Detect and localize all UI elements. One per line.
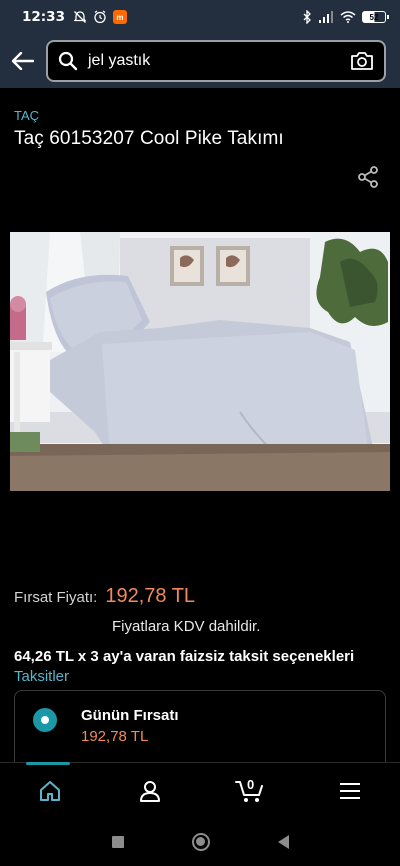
product-image[interactable] xyxy=(10,232,390,491)
nav-menu[interactable] xyxy=(320,763,380,819)
bluetooth-icon xyxy=(303,10,311,24)
system-status-icons: 52 xyxy=(302,10,389,24)
bed-photo xyxy=(10,232,390,491)
status-time: 12:33 xyxy=(22,9,65,25)
product-title: Taç 60153207 Cool Pike Takımı xyxy=(14,128,284,149)
radio-dot xyxy=(41,716,49,724)
home-icon xyxy=(40,780,60,801)
camera-icon[interactable] xyxy=(350,51,374,71)
offer-option[interactable]: Günün Fırsatı 192,78 TL xyxy=(14,690,386,762)
nav-home[interactable] xyxy=(20,763,80,819)
offer-radio-selected[interactable] xyxy=(33,708,57,732)
recents-button[interactable] xyxy=(111,836,124,848)
offer-title: Günün Fırsatı xyxy=(81,707,179,724)
search-icon xyxy=(58,51,78,71)
system-navigation xyxy=(0,818,400,866)
deal-price-row: Fırsat Fiyatı: 192,78 TL xyxy=(14,585,195,608)
installments-text: 64,26 TL x 3 ay'a varan faizsiz taksit s… xyxy=(14,648,355,665)
installments-link[interactable]: Taksitler xyxy=(14,668,69,685)
search-header: jel yastık xyxy=(0,34,400,88)
battery-icon: 52 xyxy=(362,11,389,23)
notification-icons: m xyxy=(73,10,127,24)
deal-price-label: Fırsat Fiyatı: xyxy=(14,589,98,606)
search-query: jel yastık xyxy=(88,52,151,69)
vat-note: Fiyatlara KDV dahildir. xyxy=(112,618,261,635)
home-button[interactable] xyxy=(191,833,210,851)
deal-price-value: 192,78 TL xyxy=(105,585,196,607)
brand-link[interactable]: TAÇ xyxy=(14,108,39,123)
wifi-icon xyxy=(340,11,356,23)
product-detail: TAÇ Taç 60153207 Cool Pike Takımı Fırsat… xyxy=(0,88,400,762)
nav-cart[interactable]: 0 xyxy=(220,763,280,819)
bottom-navigation: 0 xyxy=(0,762,400,818)
menu-icon xyxy=(340,782,360,799)
mi-app-icon: m xyxy=(112,10,127,24)
search-input[interactable]: jel yastık xyxy=(46,40,386,82)
account-icon xyxy=(140,780,160,802)
alarm-off-icon xyxy=(73,11,87,23)
share-icon[interactable] xyxy=(356,165,380,189)
back-nav-button[interactable] xyxy=(277,835,289,849)
back-arrow-icon xyxy=(12,52,34,70)
back-button[interactable] xyxy=(10,48,36,74)
alarm-icon xyxy=(94,10,106,24)
offer-price: 192,78 TL xyxy=(81,728,149,745)
signal-icon xyxy=(319,11,333,23)
status-bar: 12:33 m 52 xyxy=(0,0,400,34)
cart-count: 0 xyxy=(247,776,255,792)
nav-account[interactable] xyxy=(120,763,180,819)
